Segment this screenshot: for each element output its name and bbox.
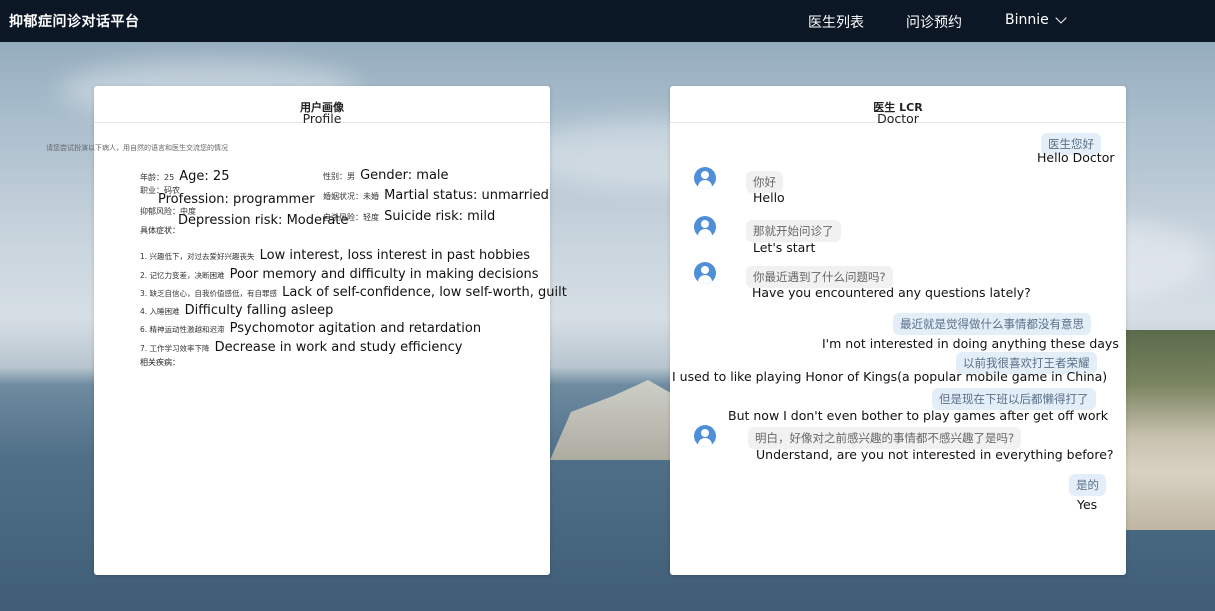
- symptom-label: 1. 兴趣低下，对过去爱好兴趣丧失: [140, 252, 255, 261]
- patient-message-translation: I'm not interested in doing anything the…: [822, 336, 1119, 351]
- nav-appointment[interactable]: 问诊预约: [906, 12, 962, 32]
- symptom-translation: Difficulty falling asleep: [184, 303, 334, 318]
- top-navbar: 抑郁症问诊对话平台 医生列表 问诊预约 Binnie: [0, 0, 1215, 42]
- symptom-label: 4. 入睡困难: [140, 307, 180, 316]
- profile-title-en: Profile: [302, 111, 342, 126]
- age-field: 年龄：25 Age: 25: [140, 165, 229, 184]
- patient-message-translation: But now I don't even bother to play game…: [728, 408, 1108, 423]
- symptom-label: 7. 工作学习效率下降: [140, 344, 210, 353]
- suicide-risk-translation: Suicide risk: mild: [384, 209, 496, 224]
- age-label: 年龄：25: [140, 173, 175, 182]
- profession-field: 职业：码农 Profession: programmer: [140, 185, 315, 207]
- suicide-risk-field: 自杀风险：轻度 Suicide risk: mild: [323, 205, 495, 224]
- symptom-item: 1. 兴趣低下，对过去爱好兴趣丧失 Low interest, loss int…: [140, 244, 530, 263]
- doctor-role: Doctor: [877, 111, 919, 126]
- user-menu[interactable]: Binnie: [1005, 11, 1067, 28]
- marital-label: 婚姻状况：未婚: [323, 192, 379, 201]
- symptom-item: 4. 入睡困难 Difficulty falling asleep: [140, 299, 333, 318]
- doctor-message-translation: Hello: [753, 190, 785, 205]
- doctor-message-bubble: 那就开始问诊了: [746, 220, 841, 242]
- symptom-label: 6. 精神运动性激越和迟滞: [140, 325, 225, 334]
- chat-header: 医生 LCR Doctor: [670, 86, 1126, 126]
- symptom-item: 6. 精神运动性激越和迟滞 Psychomotor agitation and …: [140, 317, 481, 336]
- marital-field: 婚姻状况：未婚 Martial status: unmarried: [323, 184, 549, 203]
- doctor-avatar-icon: [694, 167, 716, 189]
- doctor-message-bubble: 明白，好像对之前感兴趣的事情都不感兴趣了是吗?: [748, 427, 1022, 449]
- symptom-translation: Lack of self-confidence, low self-worth,…: [282, 285, 567, 300]
- doctor-message-translation: Let's start: [753, 240, 816, 255]
- symptom-translation: Psychomotor agitation and retardation: [229, 321, 482, 336]
- symptom-label: 3. 缺乏自信心，自我价值感低，有自罪感: [140, 289, 278, 298]
- symptom-translation: Poor memory and difficulty in making dec…: [229, 267, 539, 282]
- user-name: Binnie: [1005, 12, 1049, 28]
- profession-translation: Profession: programmer: [158, 192, 315, 207]
- gender-field: 性别：男 Gender: male: [323, 164, 449, 183]
- profile-header: 用户画像 Profile: [94, 86, 550, 126]
- patient-message-translation: I used to like playing Honor of Kings(a …: [672, 369, 1108, 384]
- patient-message-bubble: 最近就是觉得做什么事情都没有意思: [893, 313, 1091, 335]
- chevron-down-icon: [1055, 11, 1067, 24]
- patient-message-translation: Hello Doctor: [1037, 150, 1115, 165]
- nav-doctor-list[interactable]: 医生列表: [808, 12, 864, 32]
- symptom-translation: Low interest, loss interest in past hobb…: [259, 248, 531, 263]
- suicide-risk-label: 自杀风险：轻度: [323, 213, 379, 222]
- doctor-avatar-icon: [694, 425, 716, 447]
- beach: [1125, 470, 1215, 530]
- marital-translation: Martial status: unmarried: [384, 188, 549, 203]
- app-title: 抑郁症问诊对话平台: [9, 14, 140, 30]
- related-disease-title: 相关疾病：: [140, 358, 180, 367]
- age-translation: Age: 25: [179, 169, 230, 184]
- gender-translation: Gender: male: [360, 168, 449, 183]
- patient-message-bubble: 是的: [1069, 474, 1106, 496]
- gender-label: 性别：男: [323, 172, 355, 181]
- symptom-item: 3. 缺乏自信心，自我价值感低，有自罪感 Lack of self-confid…: [140, 281, 567, 300]
- symptom-label: 2. 记忆力变差，决断困难: [140, 271, 225, 280]
- symptom-translation: Decrease in work and study efficiency: [214, 340, 463, 355]
- profile-intro: 请您尝试扮演以下病人，用自然的语言和医生交流您的情况: [46, 144, 228, 152]
- doctor-message-translation: Understand, are you not interested in ev…: [756, 447, 1114, 462]
- symptom-item: 7. 工作学习效率下降 Decrease in work and study e…: [140, 336, 462, 355]
- symptoms-title: 具体症状：: [140, 226, 180, 235]
- symptom-item: 2. 记忆力变差，决断困难 Poor memory and difficulty…: [140, 263, 539, 282]
- patient-message-translation: Yes: [1077, 497, 1098, 512]
- cliff-left: [550, 380, 690, 460]
- patient-message-bubble: 但是现在下班以后都懒得打了: [932, 388, 1096, 410]
- depression-risk-field: 抑郁风险：中度 Depression risk: Moderate: [140, 206, 348, 228]
- doctor-message-translation: Have you encountered any questions latel…: [752, 285, 1031, 300]
- doctor-avatar-icon: [694, 262, 716, 284]
- doctor-avatar-icon: [694, 216, 716, 238]
